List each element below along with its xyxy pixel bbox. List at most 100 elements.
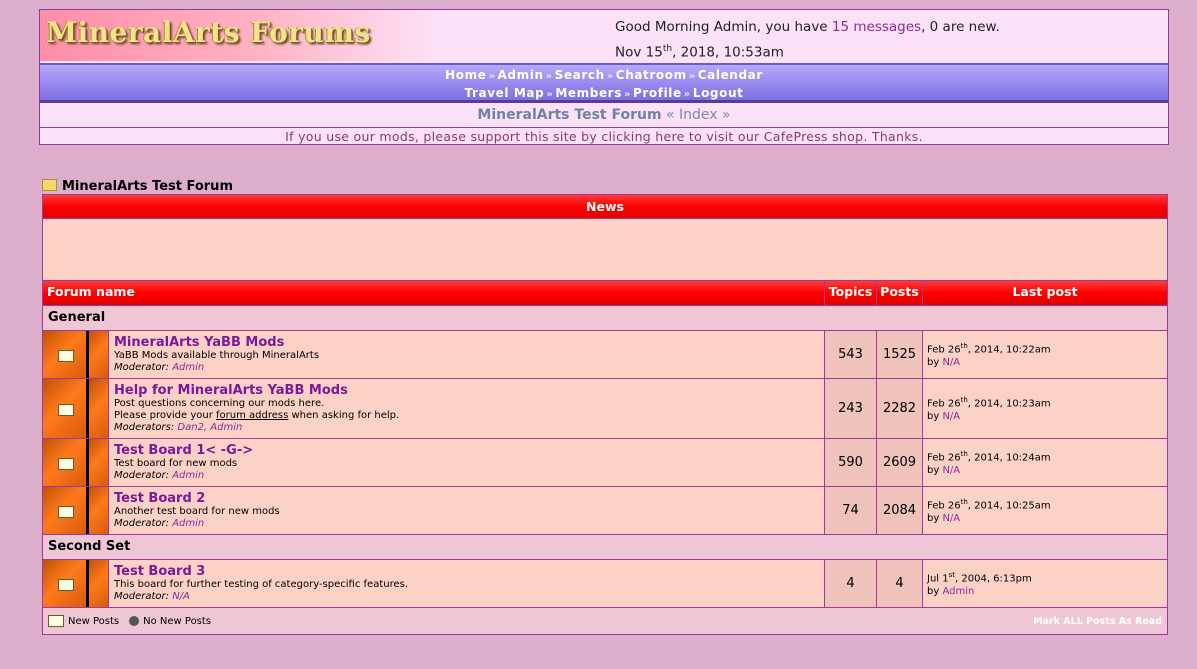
nav-chatroom[interactable]: Chatroom xyxy=(616,68,687,82)
board-description: YaBB Mods available through MineralArts xyxy=(114,350,320,361)
last-post: Feb 26th, 2014, 10:24am by N/A xyxy=(923,439,1167,486)
last-post-by: by N/A xyxy=(927,410,961,422)
nav-separator: » xyxy=(623,89,632,100)
last-time: , 2004, 6:13pm xyxy=(955,573,1032,585)
nav-separator: » xyxy=(606,71,614,82)
last-date-suffix: th xyxy=(960,498,968,507)
board-status-icon[interactable] xyxy=(43,560,89,607)
board-info: Test Board 3 This board for further testi… xyxy=(109,560,825,607)
forum-title: MineralArts Test Forum xyxy=(42,179,233,194)
nav-separator: » xyxy=(546,89,554,100)
topics-count: 590 xyxy=(825,439,877,486)
last-post: Feb 26th, 2014, 10:23am by N/A xyxy=(923,379,1167,438)
last-post-by: by N/A xyxy=(927,464,961,476)
news-body xyxy=(43,219,1167,281)
envelope-icon xyxy=(57,349,74,362)
board-row: Test Board 1< -G-> Test board for new mod… xyxy=(43,439,1167,487)
last-time: , 2014, 10:25am xyxy=(967,500,1051,512)
last-date-suffix: th xyxy=(960,342,968,351)
posts-count: 2282 xyxy=(877,379,923,438)
col-last-post: Last post xyxy=(1012,284,1078,299)
moderator-names[interactable]: Admin xyxy=(172,470,204,481)
header-box: MineralArts Forums Good Morning Admin, y… xyxy=(39,9,1169,145)
nav-admin[interactable]: Admin xyxy=(498,68,544,82)
site-logo[interactable]: MineralArts Forums xyxy=(46,16,371,49)
nav-calendar[interactable]: Calendar xyxy=(698,68,763,82)
nav-profile[interactable]: Profile xyxy=(633,86,682,100)
board-row: Help for MineralArts YaBB Mods Post quest… xyxy=(43,379,1167,439)
last-date-suffix: th xyxy=(960,450,968,459)
support-link[interactable]: If you use our mods, please support this… xyxy=(40,128,1168,145)
board-title-link[interactable]: MineralArts YaBB Mods xyxy=(114,335,819,350)
board-title-link[interactable]: Test Board 2 xyxy=(114,491,819,506)
moderators: Moderators: Dan2, Admin xyxy=(114,422,819,434)
posts-count: 2084 xyxy=(877,487,923,534)
last-post-author: N/A xyxy=(942,464,961,476)
date-rest: , 2018, 10:53am xyxy=(672,44,784,61)
nav-home[interactable]: Home xyxy=(445,68,486,82)
envelope-icon xyxy=(57,505,74,518)
board-title-link[interactable]: Test Board 1< -G-> xyxy=(114,443,819,458)
legend-footer: New Posts No New Posts Mark ALL Posts As… xyxy=(43,608,1167,634)
last-post-by: by N/A xyxy=(927,356,961,368)
messages-link[interactable]: 15 messages xyxy=(832,19,921,35)
nav-row-2: Travel Map» Members» Profile» Logout xyxy=(40,85,1168,103)
last-post-by: by Admin xyxy=(927,585,975,597)
last-time: , 2014, 10:24am xyxy=(967,452,1051,464)
main-nav: Home» Admin» Search» Chatroom» Calendar Trav… xyxy=(40,63,1168,103)
date-day: Nov 15 xyxy=(615,44,663,61)
posts-count: 1525 xyxy=(877,331,923,378)
moderator-names[interactable]: Admin xyxy=(172,518,204,529)
last-post-by: by N/A xyxy=(927,512,961,524)
topics-count: 74 xyxy=(825,487,877,534)
breadcrumb-forum[interactable]: MineralArts Test Forum xyxy=(477,107,661,123)
forum-title-text: MineralArts Test Forum xyxy=(62,179,233,194)
folder-icon xyxy=(42,179,57,191)
last-date: Feb 26 xyxy=(927,452,961,464)
breadcrumb-index[interactable]: Index xyxy=(679,107,718,123)
board-status-icon[interactable] xyxy=(43,331,89,378)
nav-logout[interactable]: Logout xyxy=(693,86,744,100)
moderator-names[interactable]: Admin xyxy=(172,362,204,373)
board-description: Post questions concerning our mods here. xyxy=(114,398,325,409)
board-row: Test Board 2 Another test board for new m… xyxy=(43,487,1167,535)
logo-banner: MineralArts Forums xyxy=(40,10,440,61)
moderator-label: Moderator: xyxy=(114,362,170,373)
nav-members[interactable]: Members xyxy=(555,86,622,100)
board-status-icon[interactable] xyxy=(43,379,89,438)
board-status-icon[interactable] xyxy=(43,487,89,534)
last-post-date: Jul 1st, 2004, 6:13pm xyxy=(927,569,1163,585)
forum-address-link[interactable]: forum address xyxy=(216,410,288,421)
legend-no-new-posts: No New Posts xyxy=(143,615,212,627)
mark-all-read-link[interactable]: Mark ALL Posts As Read xyxy=(1033,616,1162,627)
current-date: Nov 15th, 2018, 10:53am xyxy=(615,38,1000,64)
board-icon-strip xyxy=(89,487,109,534)
nav-search[interactable]: Search xyxy=(555,68,605,82)
last-date: Feb 26 xyxy=(927,500,961,512)
board-status-icon[interactable] xyxy=(43,439,89,486)
category-row[interactable]: Second Set xyxy=(43,535,1167,560)
board-icon-strip xyxy=(89,560,109,607)
greeting-prefix: Good Morning Admin, you have xyxy=(615,19,832,35)
forum-table: News Forum name Topics Posts Last post G… xyxy=(42,194,1168,635)
nav-separator: » xyxy=(683,89,691,100)
board-title-link[interactable]: Test Board 3 xyxy=(114,564,819,579)
greeting-suffix: , 0 are new. xyxy=(921,19,1000,35)
moderators: Moderator: N/A xyxy=(114,591,819,603)
last-post-author[interactable]: Admin xyxy=(942,586,974,597)
moderator-names[interactable]: Dan2, Admin xyxy=(177,422,242,433)
nav-row-1: Home» Admin» Search» Chatroom» Calendar xyxy=(40,67,1168,85)
description-text: Please provide your xyxy=(114,410,217,421)
last-post-author: N/A xyxy=(942,512,961,524)
topics-count: 4 xyxy=(825,560,877,607)
board-info: Test Board 2 Another test board for new m… xyxy=(109,487,825,534)
nav-separator: » xyxy=(488,71,496,82)
nav-travel-map[interactable]: Travel Map xyxy=(465,86,545,100)
category-row[interactable]: General xyxy=(43,306,1167,331)
greeting: Good Morning Admin, you have 15 messages… xyxy=(615,16,1000,64)
nav-separator: » xyxy=(545,71,553,82)
moderator-names[interactable]: N/A xyxy=(172,591,190,602)
last-date: Feb 26 xyxy=(927,398,961,410)
board-icon-strip xyxy=(89,439,109,486)
board-title-link[interactable]: Help for MineralArts YaBB Mods xyxy=(114,383,819,398)
